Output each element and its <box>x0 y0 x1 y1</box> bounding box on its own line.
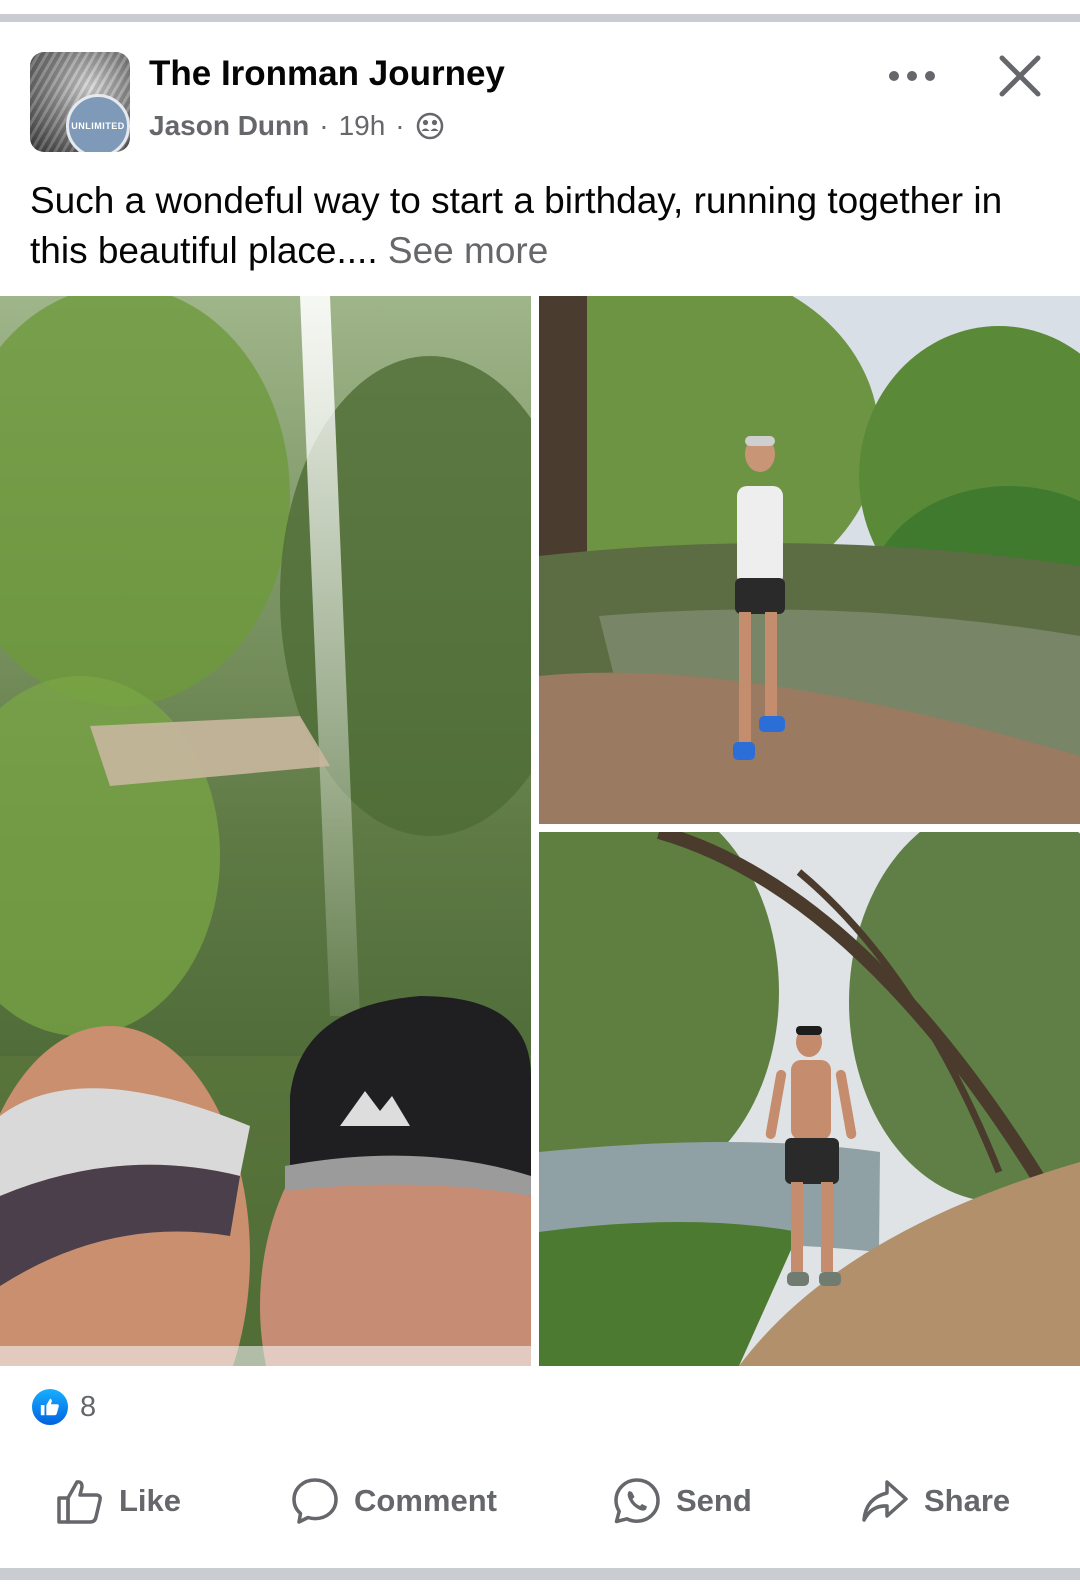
post-header: UNLIMITED The Ironman Journey Jason Dunn… <box>0 22 1080 172</box>
like-reaction-icon <box>30 1387 70 1427</box>
whatsapp-icon <box>614 1478 660 1524</box>
thumbs-up-icon <box>57 1480 102 1524</box>
comment-icon <box>292 1478 338 1524</box>
bottom-divider <box>0 1568 1080 1580</box>
post-action-bar: Like Comment Send Share <box>0 1466 1080 1536</box>
photo-woman-by-river[interactable] <box>539 296 1080 824</box>
meta-separator: · <box>319 110 329 141</box>
like-button[interactable]: Like <box>55 1466 181 1536</box>
share-icon <box>862 1480 908 1522</box>
friends-icon <box>415 111 445 141</box>
reaction-count: 8 <box>80 1390 97 1423</box>
send-button[interactable]: Send <box>612 1466 752 1536</box>
comment-label: Comment <box>354 1483 497 1518</box>
more-options-icon <box>889 71 935 81</box>
close-button[interactable] <box>992 48 1048 104</box>
reactions-summary[interactable]: 8 <box>30 1386 96 1428</box>
post-meta: Jason Dunn · 19h · <box>149 110 445 142</box>
photo-grid <box>0 296 1080 1366</box>
share-button[interactable]: Share <box>860 1466 1010 1536</box>
close-icon <box>999 55 1041 97</box>
author-name[interactable]: Jason Dunn <box>149 110 309 142</box>
more-options-button[interactable] <box>880 56 944 96</box>
page-name[interactable]: The Ironman Journey <box>149 54 505 94</box>
share-label: Share <box>924 1483 1011 1518</box>
photo-selfie-couple[interactable] <box>0 296 531 1366</box>
post-time[interactable]: 19h <box>339 110 386 142</box>
page-avatar[interactable]: UNLIMITED <box>30 52 130 152</box>
top-divider <box>0 14 1080 22</box>
photo-man-by-river[interactable] <box>539 832 1080 1366</box>
avatar-badge-text: UNLIMITED <box>71 121 125 131</box>
send-label: Send <box>676 1483 752 1518</box>
see-more-link[interactable]: See more <box>388 230 548 271</box>
comment-button[interactable]: Comment <box>290 1466 497 1536</box>
meta-separator: · <box>395 110 405 141</box>
like-label: Like <box>119 1483 182 1518</box>
avatar-badge-logo: UNLIMITED <box>66 94 130 152</box>
post-caption: Such a wondeful way to start a birthday,… <box>30 176 1050 276</box>
